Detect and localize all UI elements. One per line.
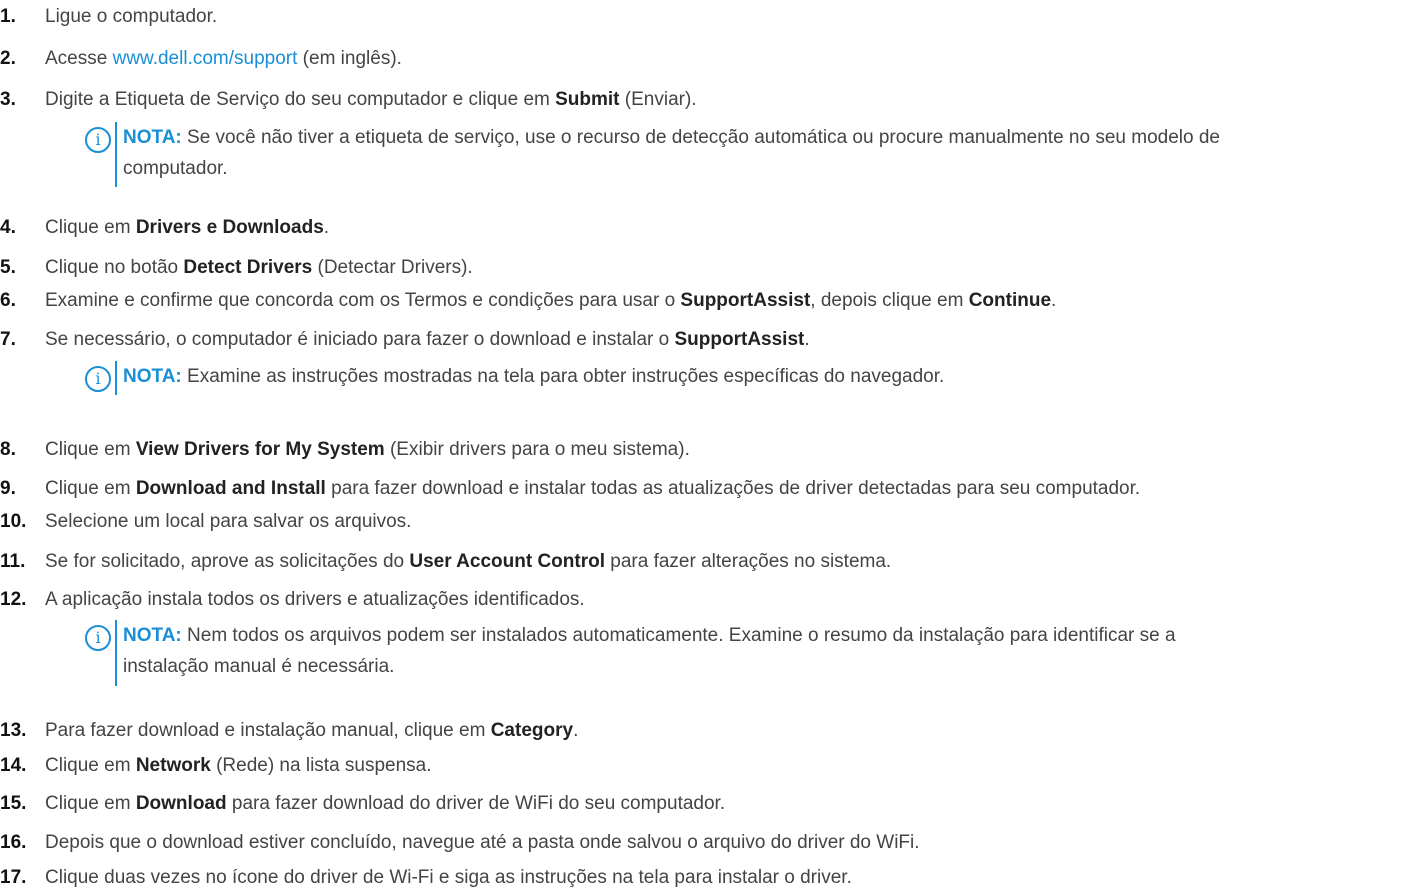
- step-number: 16.: [0, 832, 27, 853]
- step-text: Clique em: [45, 439, 136, 460]
- step-text: Clique em: [45, 217, 136, 238]
- step-emphasis: SupportAssist: [680, 290, 811, 311]
- step-number: 2.: [0, 48, 16, 69]
- support-link[interactable]: www.dell.com/support: [113, 48, 298, 69]
- step-emphasis: Drivers e Downloads: [135, 217, 324, 238]
- step-text: Para fazer download e instalação manual,…: [45, 720, 491, 741]
- step-emphasis: Download and Install: [135, 478, 326, 499]
- step-emphasis: Detect Drivers: [183, 257, 313, 278]
- step-2: 2. Acesse www.dell.com/support (em inglês…: [0, 45, 402, 73]
- step-number: 5.: [0, 257, 16, 278]
- step-text: Depois que o download estiver concluído,…: [45, 832, 920, 853]
- step-emphasis: Network: [135, 755, 211, 776]
- step-number: 9.: [0, 478, 16, 499]
- step-text: .: [323, 217, 330, 238]
- step-text: Se necessário, o computador é iniciado p…: [45, 329, 675, 350]
- step-text: Selecione um local para salvar os arquiv…: [45, 511, 412, 532]
- step-number: 3.: [0, 89, 16, 110]
- step-14: 14. Clique em Network (Rede) na lista sus…: [0, 752, 432, 780]
- note-label: NOTA:: [123, 366, 182, 387]
- step-5: 5. Clique no botão Detect Drivers (Detect…: [0, 254, 473, 282]
- step-text: Clique em: [45, 478, 136, 499]
- step-4: 4. Clique em Drivers e Downloads.: [0, 214, 329, 242]
- step-text: , depois clique em: [810, 290, 969, 311]
- step-number: 8.: [0, 439, 16, 460]
- step-7: 7. Se necessário, o computador é iniciado…: [0, 326, 810, 354]
- step-12: 12. A aplicação instala todos os drivers …: [0, 586, 585, 614]
- step-13: 13. Para fazer download e instalação manu…: [0, 717, 578, 745]
- step-text: (Enviar).: [619, 89, 697, 110]
- info-icon: i: [85, 366, 111, 392]
- info-icon: i: [85, 127, 111, 153]
- step-number: 12.: [0, 589, 27, 610]
- step-text: (em inglês).: [297, 48, 402, 69]
- step-text: (Exibir drivers para o meu sistema).: [384, 439, 690, 460]
- step-emphasis: Category: [490, 720, 574, 741]
- note-label: NOTA:: [123, 625, 182, 646]
- step-emphasis: Continue: [968, 290, 1052, 311]
- step-text: para fazer download e instalar todas as …: [325, 478, 1141, 499]
- step-text: Ligue o computador.: [45, 6, 218, 27]
- note-bar: [115, 122, 117, 187]
- step-number: 13.: [0, 720, 27, 741]
- step-6: 6. Examine e confirme que concorda com os…: [0, 287, 1056, 315]
- step-text: para fazer download do driver de WiFi do…: [226, 793, 726, 814]
- step-text: Clique em: [45, 793, 136, 814]
- step-text: Acesse: [45, 48, 113, 69]
- step-11: 11. Se for solicitado, aprove as solicita…: [0, 548, 891, 576]
- step-1: 1. Ligue o computador.: [0, 3, 217, 31]
- step-text: Clique em: [45, 755, 136, 776]
- step-9: 9. Clique em Download and Install para fa…: [0, 475, 1140, 503]
- step-text: (Rede) na lista suspensa.: [210, 755, 432, 776]
- step-number: 11.: [0, 551, 26, 572]
- step-8: 8. Clique em View Drivers for My System (…: [0, 436, 690, 464]
- step-number: 7.: [0, 329, 16, 350]
- step-15: 15. Clique em Download para fazer downloa…: [0, 790, 725, 818]
- step-text: .: [573, 720, 579, 741]
- step-text: (Detectar Drivers).: [312, 257, 473, 278]
- step-number: 10.: [0, 511, 27, 532]
- step-text: Examine e confirme que concorda com os T…: [45, 290, 681, 311]
- note-text-cont: instalação manual é necessária.: [123, 656, 395, 677]
- step-number: 15.: [0, 793, 27, 814]
- step-number: 14.: [0, 755, 27, 776]
- step-text: Clique duas vezes no ícone do driver de …: [45, 867, 852, 888]
- note-bar: [115, 620, 117, 686]
- info-icon: i: [85, 625, 111, 651]
- step-number: 6.: [0, 290, 16, 311]
- note-label: NOTA:: [123, 127, 182, 148]
- step-number: 1.: [0, 6, 16, 27]
- note-text-cont: computador.: [123, 158, 228, 179]
- step-text: .: [804, 329, 810, 350]
- step-3: 3. Digite a Etiqueta de Serviço do seu co…: [0, 86, 697, 114]
- step-text: Digite a Etiqueta de Serviço do seu comp…: [45, 89, 556, 110]
- step-text: Se for solicitado, aprove as solicitaçõe…: [45, 551, 410, 572]
- step-text: .: [1051, 290, 1057, 311]
- note-text: Se você não tiver a etiqueta de serviço,…: [181, 127, 1220, 148]
- step-17: 17. Clique duas vezes no ícone do driver …: [0, 864, 852, 892]
- step-number: 17.: [0, 867, 27, 888]
- step-number: 4.: [0, 217, 16, 238]
- step-16: 16. Depois que o download estiver concluí…: [0, 829, 920, 857]
- step-emphasis: View Drivers for My System: [135, 439, 385, 460]
- step-text: Clique no botão: [45, 257, 184, 278]
- step-emphasis: SupportAssist: [674, 329, 805, 350]
- step-text: A aplicação instala todos os drivers e a…: [45, 589, 585, 610]
- note-text: Examine as instruções mostradas na tela …: [181, 366, 945, 387]
- step-10: 10. Selecione um local para salvar os arq…: [0, 508, 411, 536]
- step-text: para fazer alterações no sistema.: [605, 551, 892, 572]
- step-emphasis: Download: [135, 793, 227, 814]
- step-emphasis: Submit: [555, 89, 620, 110]
- note-bar: [115, 361, 117, 395]
- step-emphasis: User Account Control: [409, 551, 605, 572]
- note-text: Nem todos os arquivos podem ser instalad…: [181, 625, 1176, 646]
